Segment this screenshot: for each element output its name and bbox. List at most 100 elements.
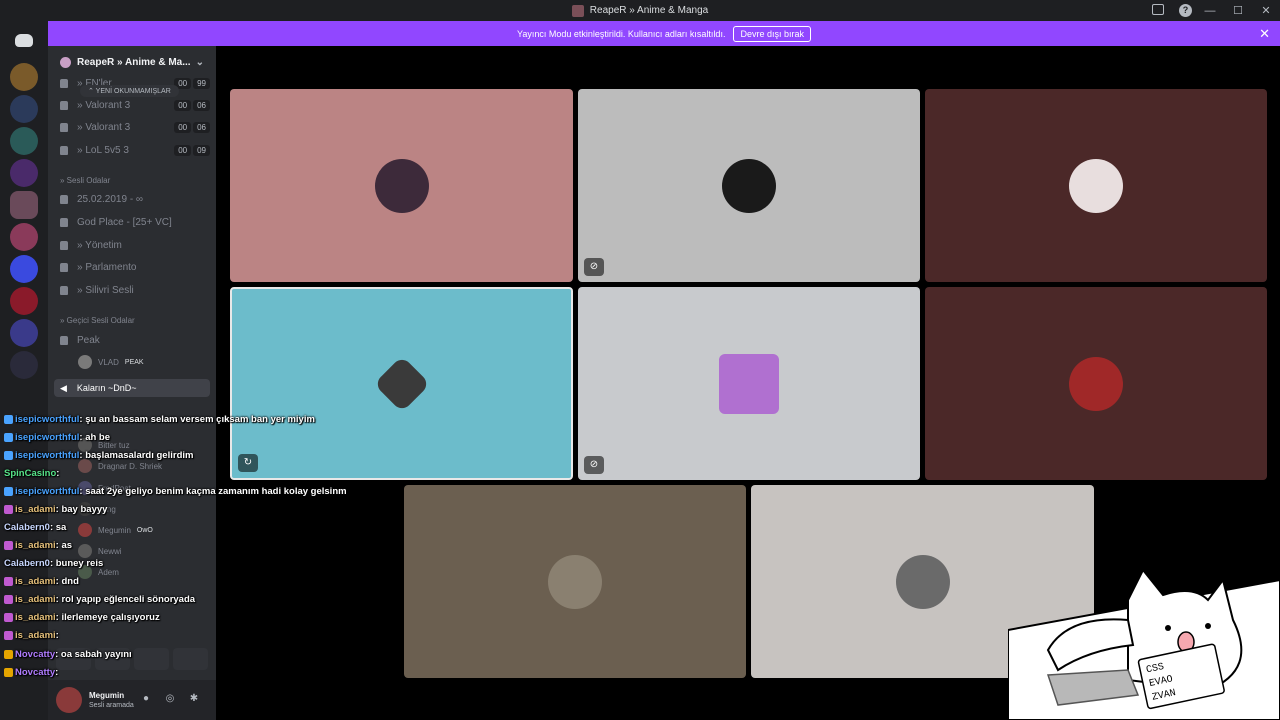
voice-user[interactable]: Adem xyxy=(78,565,119,579)
server-icon[interactable] xyxy=(10,95,38,123)
avatar xyxy=(722,158,776,213)
server-icon[interactable] xyxy=(10,287,38,315)
lock-icon xyxy=(60,285,68,295)
headphones-icon[interactable]: ◎ xyxy=(164,693,176,705)
voice-channel-item[interactable]: » Parlamento xyxy=(60,258,210,276)
avatar xyxy=(548,554,602,609)
home-button[interactable] xyxy=(10,26,38,54)
lock-icon xyxy=(60,240,68,250)
user-panel: Megumin Sesli aramada ● ◎ ✱ xyxy=(48,680,216,720)
voice-user[interactable]: VLAD PEAK xyxy=(78,355,144,369)
inbox-icon[interactable] xyxy=(1152,4,1164,15)
avatar xyxy=(78,544,92,558)
avatar xyxy=(78,481,92,495)
avatar xyxy=(78,523,92,537)
avatar xyxy=(373,355,430,412)
guild-icon xyxy=(60,56,71,68)
avatar xyxy=(78,438,92,452)
username: Megumin xyxy=(89,691,125,700)
chevron-down-icon: ⌄ xyxy=(195,56,204,68)
voice-channel-peak[interactable]: Peak xyxy=(60,331,210,349)
voice-channel-item[interactable]: God Place - [25+ VC] xyxy=(60,213,210,231)
server-icon[interactable] xyxy=(10,63,38,91)
channel-item[interactable]: » LoL 5v5 3 00 09 xyxy=(60,141,210,159)
avatar xyxy=(78,502,92,516)
server-icon[interactable] xyxy=(10,127,38,155)
participant-tile[interactable]: ⊘ xyxy=(578,89,920,282)
bongo-cat-overlay: CSS EVAO ZVAN xyxy=(1008,568,1280,720)
lock-icon xyxy=(60,78,68,88)
voice-user[interactable]: Bitter tuz xyxy=(78,438,130,452)
server-icon[interactable] xyxy=(10,351,38,379)
category-voice[interactable]: » Sesli Odalar xyxy=(60,176,110,185)
gear-icon[interactable]: ✱ xyxy=(188,693,200,705)
voice-user[interactable]: Newwi xyxy=(78,544,122,558)
server-icon[interactable] xyxy=(10,319,38,347)
participant-tile[interactable] xyxy=(925,89,1267,282)
lock-icon xyxy=(60,100,68,110)
participant-tile[interactable] xyxy=(925,287,1267,480)
category-temp-voice[interactable]: » Geçici Sesli Odalar xyxy=(60,316,135,325)
voice-user[interactable]: Megumin OwO xyxy=(78,523,153,537)
video-icon: ↻ xyxy=(238,454,258,472)
participant-tile[interactable] xyxy=(230,89,573,282)
avatar xyxy=(895,554,950,609)
screen-share-button[interactable] xyxy=(95,648,130,670)
participant-tile[interactable]: ⊘ xyxy=(578,287,920,480)
avatar xyxy=(719,353,779,414)
disable-streamer-mode-button[interactable]: Devre dışı bırak xyxy=(733,25,811,42)
banner-text: Yayıncı Modu etkinleştirildi. Kullanıcı … xyxy=(517,28,726,39)
server-list xyxy=(0,21,48,720)
server-icon[interactable] xyxy=(10,255,38,283)
avatar xyxy=(374,158,429,213)
video-button[interactable] xyxy=(56,648,91,670)
microphone-icon[interactable]: ● xyxy=(140,693,152,705)
guild-name: ReapeR » Anime & Ma... xyxy=(77,56,191,68)
voice-user[interactable]: gang xyxy=(78,502,116,516)
lock-icon xyxy=(60,194,68,204)
server-icon[interactable] xyxy=(10,223,38,251)
avatar xyxy=(78,459,92,473)
help-icon[interactable]: ? xyxy=(1179,4,1192,17)
avatar xyxy=(1069,356,1123,411)
lock-icon xyxy=(60,122,68,132)
server-icon[interactable] xyxy=(10,159,38,187)
active-voice-channel[interactable]: ◀ Kaların ~DnD~ xyxy=(54,379,210,397)
cat-eye xyxy=(1205,623,1211,629)
server-icon[interactable] xyxy=(10,191,38,219)
avatar xyxy=(78,355,92,369)
voice-channel-item[interactable]: 25.02.2019 - ∞ xyxy=(60,190,210,208)
cat-eye xyxy=(1165,625,1171,631)
channel-sidebar: ReapeR » Anime & Ma... ⌄ » FN'ler 00 99 ⌃… xyxy=(48,46,216,720)
speaker-icon: ◀ xyxy=(60,382,67,393)
minimize-button[interactable]: — xyxy=(1196,5,1224,17)
close-window-button[interactable]: ✕ xyxy=(1252,4,1280,17)
soundboard-button[interactable] xyxy=(173,648,208,670)
discord-icon xyxy=(15,33,33,47)
voice-channel-item[interactable]: » Silivri Sesli xyxy=(60,281,210,299)
channel-item[interactable]: » Valorant 3 00 06 xyxy=(60,118,210,136)
server-icon xyxy=(571,4,584,17)
mic-off-icon: ⊘ xyxy=(584,258,604,276)
participant-tile-speaking[interactable]: ↻ xyxy=(230,287,573,480)
voice-channel-item[interactable]: » Yönetim xyxy=(60,236,210,254)
streamer-mode-banner: Yayıncı Modu etkinleştirildi. Kullanıcı … xyxy=(48,21,1280,46)
channel-item[interactable]: » Valorant 3 00 06 xyxy=(60,96,210,114)
mic-off-icon: ⊘ xyxy=(584,456,604,474)
maximize-button[interactable]: ☐ xyxy=(1224,4,1252,17)
lock-icon xyxy=(60,217,68,227)
avatar[interactable] xyxy=(56,687,82,713)
lock-icon xyxy=(60,335,68,345)
window-title: ReapeR » Anime & Manga xyxy=(589,5,709,16)
lock-icon xyxy=(60,262,68,272)
activity-button[interactable] xyxy=(134,648,169,670)
lock-icon xyxy=(60,145,68,155)
user-status: Sesli aramada xyxy=(89,702,134,709)
close-icon[interactable]: ✕ xyxy=(1259,26,1270,42)
avatar xyxy=(78,565,92,579)
avatar xyxy=(1069,158,1123,213)
voice-user[interactable]: FredPoat xyxy=(78,481,131,495)
participant-tile[interactable] xyxy=(404,485,746,678)
voice-user[interactable]: Dragnar D. Shriek xyxy=(78,459,162,473)
voice-controls xyxy=(56,648,208,670)
